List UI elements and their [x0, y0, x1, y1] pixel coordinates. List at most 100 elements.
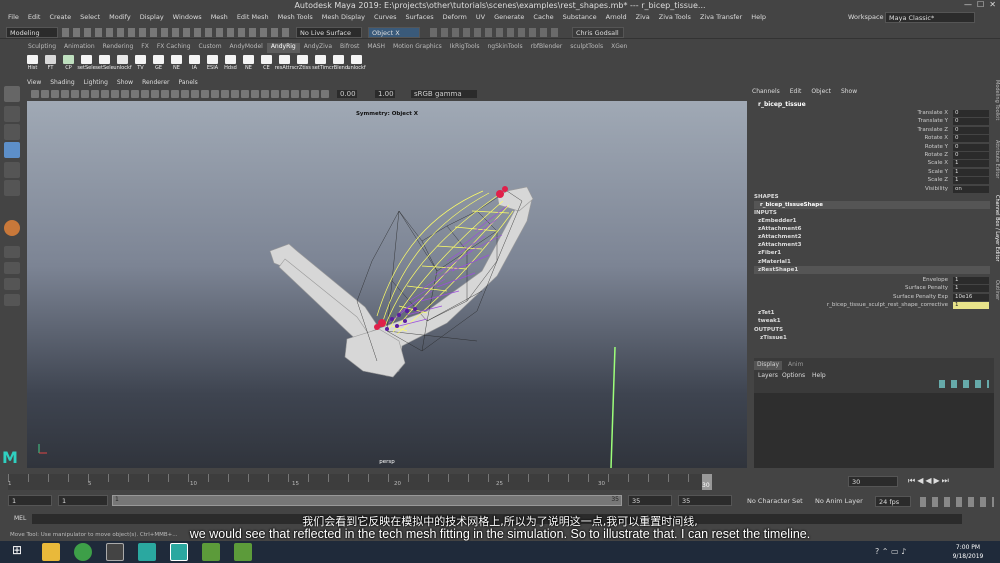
window-controls[interactable]: — ☐ ✕ — [964, 0, 996, 9]
attr-value[interactable]: 0 — [953, 118, 989, 126]
menu-arnold[interactable]: Arnold — [606, 13, 627, 21]
rest-attr-3[interactable]: r_bicep_tissue_sculpt_rest_shape_correct… — [827, 302, 948, 308]
attr-value[interactable]: 0 — [953, 135, 989, 143]
maya-taskbar-icon[interactable] — [138, 543, 156, 561]
input-zmaterial1[interactable]: zMaterial1 — [758, 259, 791, 265]
menu-help[interactable]: Help — [751, 13, 766, 21]
windows-start-icon[interactable]: ⊞ — [8, 543, 26, 561]
current-frame-field[interactable]: 30 — [848, 476, 898, 487]
attr-scale-y[interactable]: Scale Y — [928, 169, 948, 175]
viewport-tool-icon[interactable] — [191, 90, 199, 98]
shelf-tab-ngskintools[interactable]: ngSkinTools — [483, 43, 526, 53]
help-menu[interactable]: Help — [812, 372, 826, 379]
channel-menu-channels[interactable]: Channels — [752, 88, 780, 98]
input-zattachment3[interactable]: zAttachment3 — [758, 242, 801, 248]
shelf-icon-4[interactable]: setSele — [95, 53, 114, 71]
attr-rotate-x[interactable]: Rotate X — [924, 135, 948, 141]
shelf-icon-18[interactable]: unlockf — [347, 53, 366, 71]
shelf-tab-ikrigtools[interactable]: IkRigTools — [446, 43, 484, 53]
layer-list[interactable] — [754, 393, 994, 468]
input-tweak1[interactable]: tweak1 — [758, 318, 781, 324]
attr-value[interactable]: 1 — [953, 160, 989, 168]
menu-ziva-tools[interactable]: Ziva Tools — [659, 13, 691, 21]
chrome-icon[interactable] — [74, 543, 92, 561]
shelf-tab-xgen[interactable]: XGen — [607, 43, 631, 53]
range-start-field[interactable]: 1 — [8, 495, 52, 506]
attr-scale-x[interactable]: Scale X — [928, 160, 948, 166]
gamma-field[interactable]: 1.00 — [375, 90, 395, 98]
four-pane-icon[interactable] — [4, 262, 20, 274]
viewport-tool-icon[interactable] — [131, 90, 139, 98]
shape-name[interactable]: r_bicep_tissueShape — [760, 202, 823, 208]
paint-select-icon[interactable] — [4, 124, 20, 140]
tab-channel-box[interactable]: Channel Box / Layer Editor — [990, 195, 1000, 262]
attr-value[interactable]: on — [953, 185, 989, 193]
channel-menu-show[interactable]: Show — [841, 88, 857, 98]
attr-translate-z[interactable]: Translate Z — [918, 127, 949, 133]
maya-active-icon[interactable] — [170, 543, 188, 561]
shelf-icon-10[interactable]: ESIA — [204, 53, 221, 71]
viewport-tool-icon[interactable] — [291, 90, 299, 98]
terminal-icon[interactable] — [106, 543, 124, 561]
viewport-tool-icon[interactable] — [111, 90, 119, 98]
menu-cache[interactable]: Cache — [533, 13, 553, 21]
viewport-tool-icon[interactable] — [281, 90, 289, 98]
menu-ziva-transfer[interactable]: Ziva Transfer — [700, 13, 742, 21]
layers-menu[interactable]: Layers — [758, 372, 778, 379]
viewport-tool-icon[interactable] — [171, 90, 179, 98]
app-l-icon[interactable] — [202, 543, 220, 561]
shelf-icon-3[interactable]: setSele — [77, 53, 96, 71]
viewport-tool-icon[interactable] — [261, 90, 269, 98]
shelf-tab-andyziva[interactable]: AndyZiva — [300, 43, 336, 53]
viewport-tool-icon[interactable] — [71, 90, 79, 98]
range-bar[interactable]: 1 35 — [112, 495, 622, 506]
render-icons[interactable] — [430, 28, 560, 37]
viewport-tool-icon[interactable] — [101, 90, 109, 98]
file-explorer-icon[interactable] — [42, 543, 60, 561]
shelf-tab-andyrig[interactable]: AndyRig — [266, 43, 300, 53]
viewport-tool-icon[interactable] — [241, 90, 249, 98]
viewport-menu-renderer[interactable]: Renderer — [142, 79, 169, 88]
character-set-dropdown[interactable]: No Character Set — [744, 496, 806, 507]
viewport-menu-show[interactable]: Show — [117, 79, 133, 88]
move-tool-icon[interactable] — [4, 142, 20, 158]
attr-scale-z[interactable]: Scale Z — [928, 177, 948, 183]
viewport-tool-icon[interactable] — [311, 90, 319, 98]
timeline-extra-icons[interactable] — [920, 497, 994, 507]
shelf-icon-16[interactable]: setTim — [312, 53, 329, 71]
menu-deform[interactable]: Deform — [443, 13, 467, 21]
attr-value[interactable]: 0 — [953, 152, 989, 159]
attr-translate-y[interactable]: Translate Y — [918, 118, 948, 124]
color-space-dropdown[interactable]: sRGB gamma — [411, 90, 477, 98]
shelf-icon-12[interactable]: NE — [240, 53, 257, 71]
menu-edit-mesh[interactable]: Edit Mesh — [237, 13, 269, 21]
shelf-tab-mash[interactable]: MASH — [363, 43, 389, 53]
attr-visibility[interactable]: Visibility — [925, 186, 948, 192]
live-surface-field[interactable]: No Live Surface — [296, 27, 362, 38]
shelf-icon-6[interactable]: TV — [132, 53, 149, 71]
output-ztissue[interactable]: zTissue1 — [760, 335, 787, 341]
rest-attr-value[interactable]: 10e16 — [953, 293, 989, 301]
viewport-tool-icon[interactable] — [81, 90, 89, 98]
menu-uv[interactable]: UV — [476, 13, 485, 21]
viewport-tool-icon[interactable] — [221, 90, 229, 98]
input-zattachment2[interactable]: zAttachment2 — [758, 234, 801, 240]
input-zattachment6[interactable]: zAttachment6 — [758, 226, 801, 232]
perspective-viewport[interactable]: Symmetry: Object X persp — [27, 101, 747, 468]
options-menu[interactable]: Options — [782, 372, 805, 379]
viewport-tool-icon[interactable] — [151, 90, 159, 98]
viewport-tool-icon[interactable] — [61, 90, 69, 98]
viewport-tool-icon[interactable] — [201, 90, 209, 98]
menu-edit[interactable]: Edit — [28, 13, 41, 21]
shelf-icon-11[interactable]: Hdsd — [222, 53, 239, 71]
menu-select[interactable]: Select — [80, 13, 100, 21]
playback-controls[interactable]: ⏮◀◀▶⏭ — [908, 476, 994, 486]
shelf-icon-1[interactable]: FT — [42, 53, 59, 71]
shelf-tab-sculpting[interactable]: Sculpting — [24, 43, 60, 53]
tab-attribute-editor[interactable]: Attribute Editor — [990, 140, 1000, 178]
menu-file[interactable]: File — [8, 13, 19, 21]
shelf-icon-14[interactable]: resAttrs — [275, 53, 294, 71]
shelf-icon-17[interactable]: crBlend — [329, 53, 348, 71]
menu-surfaces[interactable]: Surfaces — [406, 13, 434, 21]
tab-anim[interactable]: Anim — [788, 361, 803, 368]
